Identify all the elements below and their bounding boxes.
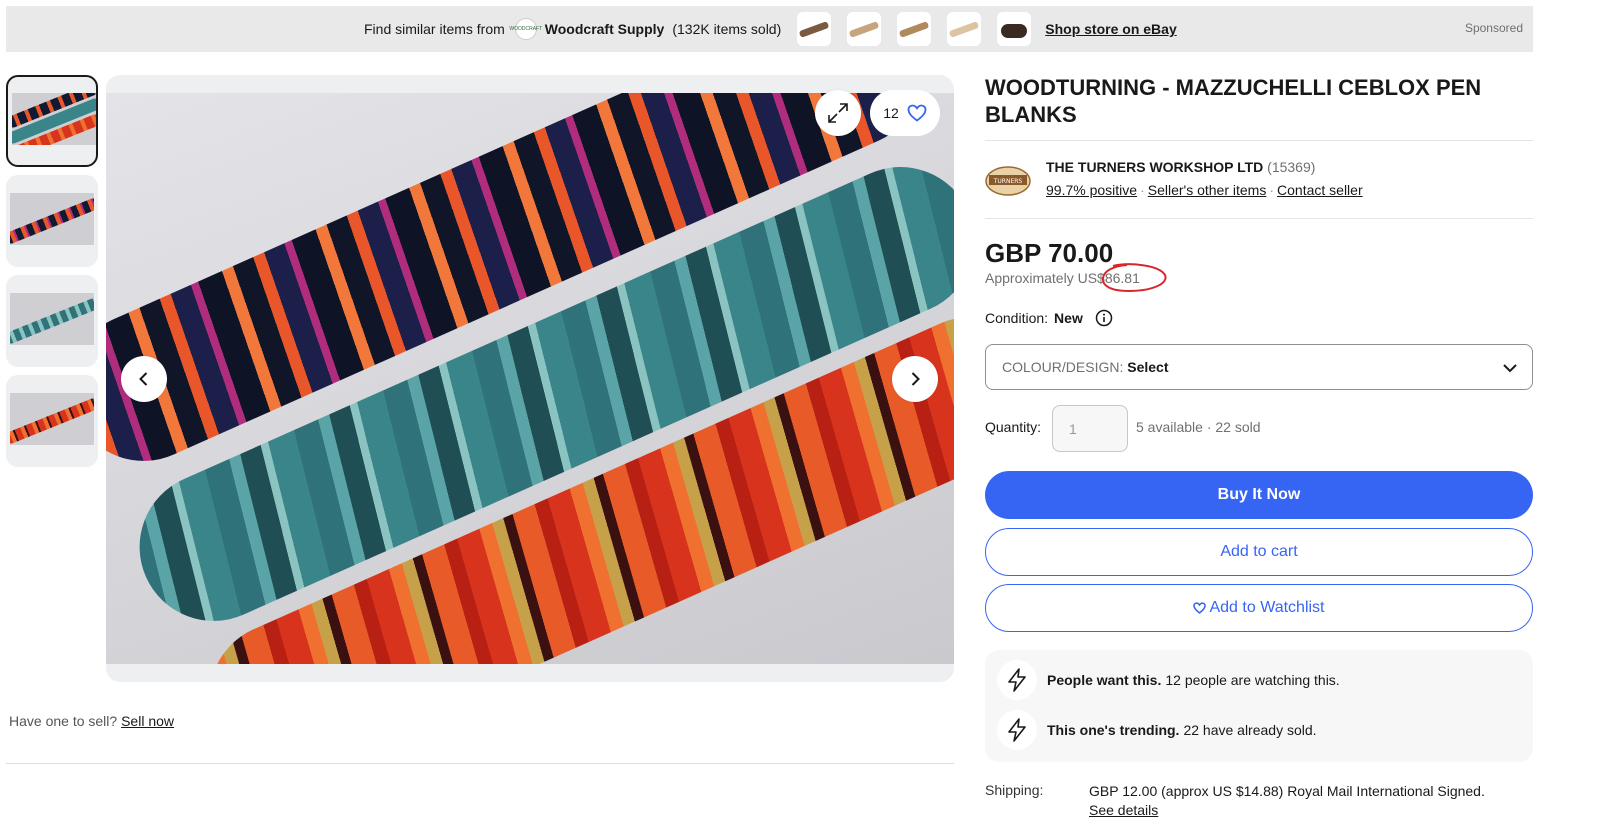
chevron-right-icon: [911, 372, 920, 386]
colour-design-select[interactable]: COLOUR/DESIGN: Select: [985, 344, 1533, 390]
items-sold: (132K items sold): [672, 21, 782, 37]
store-name[interactable]: Woodcraft Supply: [545, 21, 665, 37]
signal-trending: This one's trending. 22 have already sol…: [997, 710, 1317, 750]
divider: [985, 218, 1533, 219]
add-to-cart-button[interactable]: Add to cart: [985, 528, 1533, 576]
expand-icon: [828, 103, 848, 123]
watchlist-label: Add to Watchlist: [1209, 599, 1325, 616]
shipping-label: Shipping:: [985, 782, 1044, 798]
add-to-watchlist-button[interactable]: Add to Watchlist: [985, 584, 1533, 632]
shipping-text: GBP 12.00 (approx US $14.88) Royal Mail …: [1089, 783, 1485, 799]
heart-icon: [907, 104, 927, 122]
chevron-left-icon: [139, 372, 148, 386]
watch-count: 12: [883, 105, 899, 121]
thumbnail-3[interactable]: [6, 275, 98, 367]
store-item-thumb[interactable]: [897, 12, 932, 46]
seller-other-items-link[interactable]: Seller's other items: [1148, 182, 1267, 198]
see-details-link[interactable]: See details: [1089, 801, 1529, 820]
store-logo-text: WOODCRAFT: [509, 26, 543, 32]
lightning-icon: [997, 710, 1037, 750]
thumbnail-list: [6, 75, 98, 475]
store-logo[interactable]: WOODCRAFT: [509, 18, 542, 40]
thumbnail-4[interactable]: [6, 375, 98, 467]
seller-links: 99.7% positive · Seller's other items · Cont…: [1046, 182, 1363, 198]
divider: [985, 140, 1533, 141]
store-item-thumb[interactable]: [947, 12, 982, 46]
annotation-circle: [1101, 263, 1167, 293]
item-title: WOODTURNING - MAZZUCHELLI CEBLOX PEN BLA…: [985, 75, 1482, 127]
signal-text: 12 people are watching this.: [1165, 672, 1340, 688]
fullscreen-button[interactable]: [815, 90, 861, 136]
main-image-frame: 12: [106, 75, 954, 682]
condition-label: Condition:: [985, 310, 1049, 326]
select-label: COLOUR/DESIGN:: [1002, 359, 1124, 375]
lightning-icon: [997, 660, 1037, 700]
thumbnail-2[interactable]: [6, 175, 98, 267]
product-photo[interactable]: [106, 93, 954, 664]
store-item-thumb[interactable]: [847, 12, 882, 46]
sell-prompt-text: Have one to sell?: [9, 713, 118, 729]
positive-feedback-link[interactable]: 99.7% positive: [1046, 182, 1137, 198]
seller-logo-text: TURNERS: [993, 178, 1023, 185]
signal-bold: People want this.: [1047, 672, 1162, 688]
contact-seller-link[interactable]: Contact seller: [1277, 182, 1363, 198]
banner-prefix: Find similar items from: [364, 21, 505, 37]
thumbnail-1[interactable]: [6, 75, 98, 167]
sell-now-link[interactable]: Sell now: [121, 713, 174, 729]
shipping-info: GBP 12.00 (approx US $14.88) Royal Mail …: [1089, 782, 1529, 820]
signal-bold: This one's trending.: [1047, 722, 1180, 738]
divider: [6, 763, 954, 764]
item-price: GBP 70.00: [985, 238, 1114, 268]
shop-store-link[interactable]: Shop store on eBay: [1045, 21, 1176, 37]
urgency-signals: People want this. 12 people are watching…: [985, 650, 1533, 762]
seller-feedback-count: (15369): [1267, 159, 1316, 175]
quantity-available: 5 available · 22 sold: [1136, 419, 1261, 435]
quantity-label: Quantity:: [985, 419, 1042, 435]
signal-watchers: People want this. 12 people are watching…: [997, 660, 1340, 700]
seller-logo[interactable]: TURNERS: [985, 163, 1031, 197]
approx-prefix: Approximately US: [985, 270, 1098, 286]
info-icon[interactable]: [1095, 309, 1113, 327]
buy-it-now-button[interactable]: Buy It Now: [985, 471, 1533, 519]
seller-name[interactable]: THE TURNERS WORKSHOP LTD: [1046, 159, 1263, 175]
store-item-thumb[interactable]: [997, 12, 1032, 46]
chevron-down-icon: [1503, 364, 1517, 373]
next-image-button[interactable]: [892, 356, 938, 402]
sponsored-label: Sponsored: [1464, 21, 1523, 35]
previous-image-button[interactable]: [121, 356, 167, 402]
banner-content: Find similar items from WOODCRAFT Woodcr…: [364, 6, 1177, 52]
sell-prompt: Have one to sell? Sell now: [9, 713, 174, 729]
quantity-input[interactable]: [1052, 405, 1128, 452]
condition-value: New: [1054, 310, 1083, 326]
watch-count-button[interactable]: 12: [870, 90, 940, 136]
sponsored-banner: Find similar items from WOODCRAFT Woodcr…: [6, 6, 1533, 52]
heart-icon: [1193, 602, 1207, 614]
condition-row: Condition: New: [985, 309, 1113, 327]
select-value: Select: [1127, 359, 1169, 375]
signal-text: 22 have already sold.: [1183, 722, 1317, 738]
store-item-thumb[interactable]: [797, 12, 832, 46]
seller-name-line[interactable]: THE TURNERS WORKSHOP LTD (15369): [1046, 159, 1315, 175]
